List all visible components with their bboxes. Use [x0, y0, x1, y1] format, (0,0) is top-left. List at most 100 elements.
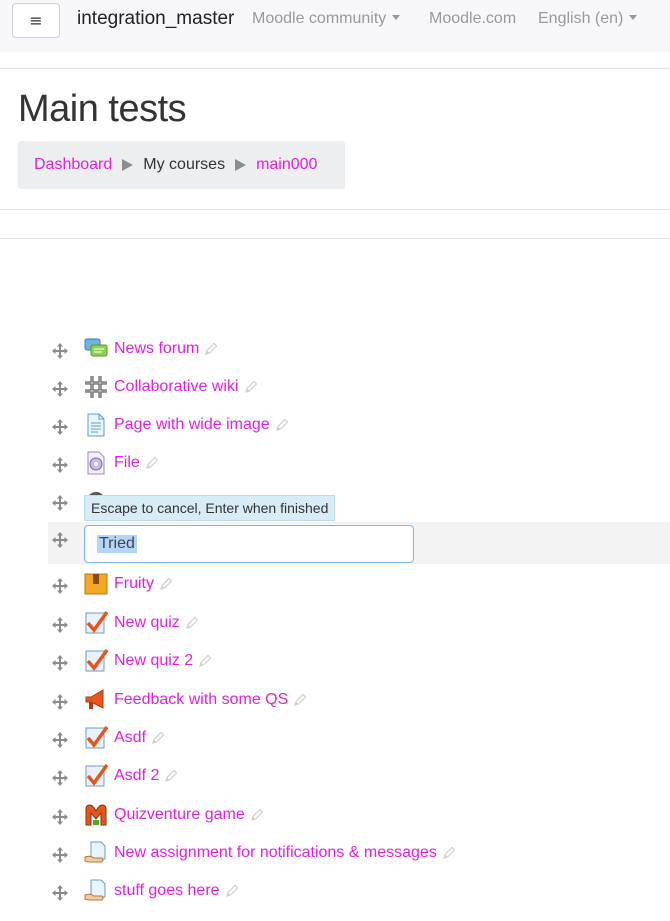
activity-link[interactable]: Quizventure game	[114, 806, 265, 824]
activity-row: Asdf 2	[48, 763, 670, 801]
breadcrumb-separator-icon	[235, 159, 247, 171]
activity-row: New quiz	[48, 610, 670, 648]
activity-link[interactable]: Collaborative wiki	[114, 378, 259, 396]
quiz-icon	[85, 726, 108, 749]
activity-row: File	[48, 450, 670, 488]
activity-link[interactable]: Feedback with some QS	[114, 691, 308, 709]
divider	[0, 209, 670, 210]
activity-name: Asdf 2	[114, 767, 160, 784]
hamburger-icon: ≡	[29, 11, 43, 30]
pencil-icon[interactable]	[441, 845, 457, 861]
game-icon	[85, 804, 107, 826]
move-icon[interactable]	[52, 847, 68, 863]
activity-row: New quiz 2	[48, 648, 670, 686]
breadcrumb-separator-icon	[122, 159, 134, 171]
breadcrumb: Dashboard My courses main000	[18, 141, 345, 189]
activity-name: Asdf	[114, 729, 147, 746]
breadcrumb-course[interactable]: main000	[256, 156, 317, 174]
page-icon	[87, 413, 105, 437]
database-icon	[84, 573, 108, 595]
wiki-icon	[85, 376, 107, 398]
edit-hint-tooltip: Escape to cancel, Enter when finished	[84, 495, 336, 521]
move-icon[interactable]	[52, 381, 68, 397]
activity-row: Page with wide image	[48, 412, 670, 450]
move-icon[interactable]	[52, 532, 68, 548]
move-icon[interactable]	[52, 419, 68, 435]
activity-row: Collaborative wiki	[48, 374, 670, 412]
page-title: Main tests	[18, 88, 187, 130]
nav-label: Moodle community	[252, 10, 387, 27]
activity-name-input[interactable]: Tried	[84, 525, 414, 563]
move-icon[interactable]	[52, 732, 68, 748]
pencil-icon[interactable]	[243, 379, 259, 395]
breadcrumb-my-courses: My courses	[143, 156, 226, 173]
divider	[0, 238, 670, 239]
pencil-icon[interactable]	[163, 768, 179, 784]
activity-link[interactable]: Page with wide image	[114, 416, 290, 434]
activity-name: File	[114, 454, 140, 471]
activity-link[interactable]: New assignment for notifications & messa…	[114, 844, 457, 862]
nav-moodle-com[interactable]: Moodle.com	[429, 10, 516, 28]
activity-link[interactable]: Asdf 2	[114, 767, 179, 785]
activity-link[interactable]: New quiz 2	[114, 652, 213, 670]
move-icon[interactable]	[52, 655, 68, 671]
pencil-icon[interactable]	[150, 730, 166, 746]
activity-name: Page with wide image	[114, 416, 270, 433]
breadcrumb-dashboard[interactable]: Dashboard	[34, 156, 112, 174]
move-icon[interactable]	[52, 578, 68, 594]
activity-link[interactable]: New quiz	[114, 614, 200, 632]
activity-row: Quizventure game	[48, 802, 670, 840]
activity-link[interactable]: Asdf	[114, 729, 166, 747]
forum-icon	[84, 338, 108, 357]
pencil-icon[interactable]	[224, 883, 240, 899]
nav-language[interactable]: English (en)	[538, 10, 638, 28]
activity-name: Quizventure game	[114, 806, 245, 823]
move-icon[interactable]	[52, 770, 68, 786]
pencil-icon[interactable]	[292, 692, 308, 708]
activity-name: Feedback with some QS	[114, 691, 289, 708]
activity-row: Fruity	[48, 571, 670, 609]
quiz-icon	[85, 764, 108, 787]
activity-link[interactable]: News forum	[114, 340, 219, 358]
activity-row: Asdf	[48, 725, 670, 763]
activity-row: New assignment for notifications & messa…	[48, 840, 670, 878]
chevron-down-icon	[629, 15, 638, 20]
pencil-icon[interactable]	[144, 455, 160, 471]
menu-toggle-button[interactable]: ≡	[12, 3, 60, 38]
activity-name: News forum	[114, 340, 200, 357]
activity-link[interactable]: Fruity	[114, 575, 174, 593]
activity-name: stuff goes here	[114, 882, 220, 899]
assignment-icon	[84, 841, 106, 863]
nav-moodle-community[interactable]: Moodle community	[252, 10, 401, 28]
move-icon[interactable]	[52, 694, 68, 710]
file-icon	[87, 451, 105, 475]
divider	[0, 68, 670, 69]
move-icon[interactable]	[52, 495, 68, 511]
activity-link[interactable]: File	[114, 454, 160, 472]
move-icon[interactable]	[52, 457, 68, 473]
pencil-icon[interactable]	[203, 341, 219, 357]
feedback-icon	[85, 689, 104, 709]
activity-row: stuff goes here	[48, 878, 670, 916]
nav-label: English (en)	[538, 10, 624, 27]
pencil-icon[interactable]	[197, 653, 213, 669]
activity-name: New quiz	[114, 614, 180, 631]
activity-row: News forum	[48, 336, 670, 374]
quiz-icon	[85, 649, 108, 672]
pencil-icon[interactable]	[158, 576, 174, 592]
nav-label: Moodle.com	[429, 10, 517, 27]
pencil-icon[interactable]	[249, 807, 265, 823]
activity-name: Collaborative wiki	[114, 378, 239, 395]
move-icon[interactable]	[52, 809, 68, 825]
pencil-icon[interactable]	[184, 615, 200, 631]
assignment-icon	[84, 879, 106, 901]
activity-link[interactable]: stuff goes here	[114, 882, 240, 900]
activity-row: Feedback with some QS	[48, 687, 670, 725]
activity-name: New quiz 2	[114, 652, 194, 669]
site-name[interactable]: integration_master	[77, 8, 234, 30]
move-icon[interactable]	[52, 343, 68, 359]
move-icon[interactable]	[52, 885, 68, 901]
move-icon[interactable]	[52, 617, 68, 633]
quiz-icon	[85, 611, 108, 634]
pencil-icon[interactable]	[274, 417, 290, 433]
